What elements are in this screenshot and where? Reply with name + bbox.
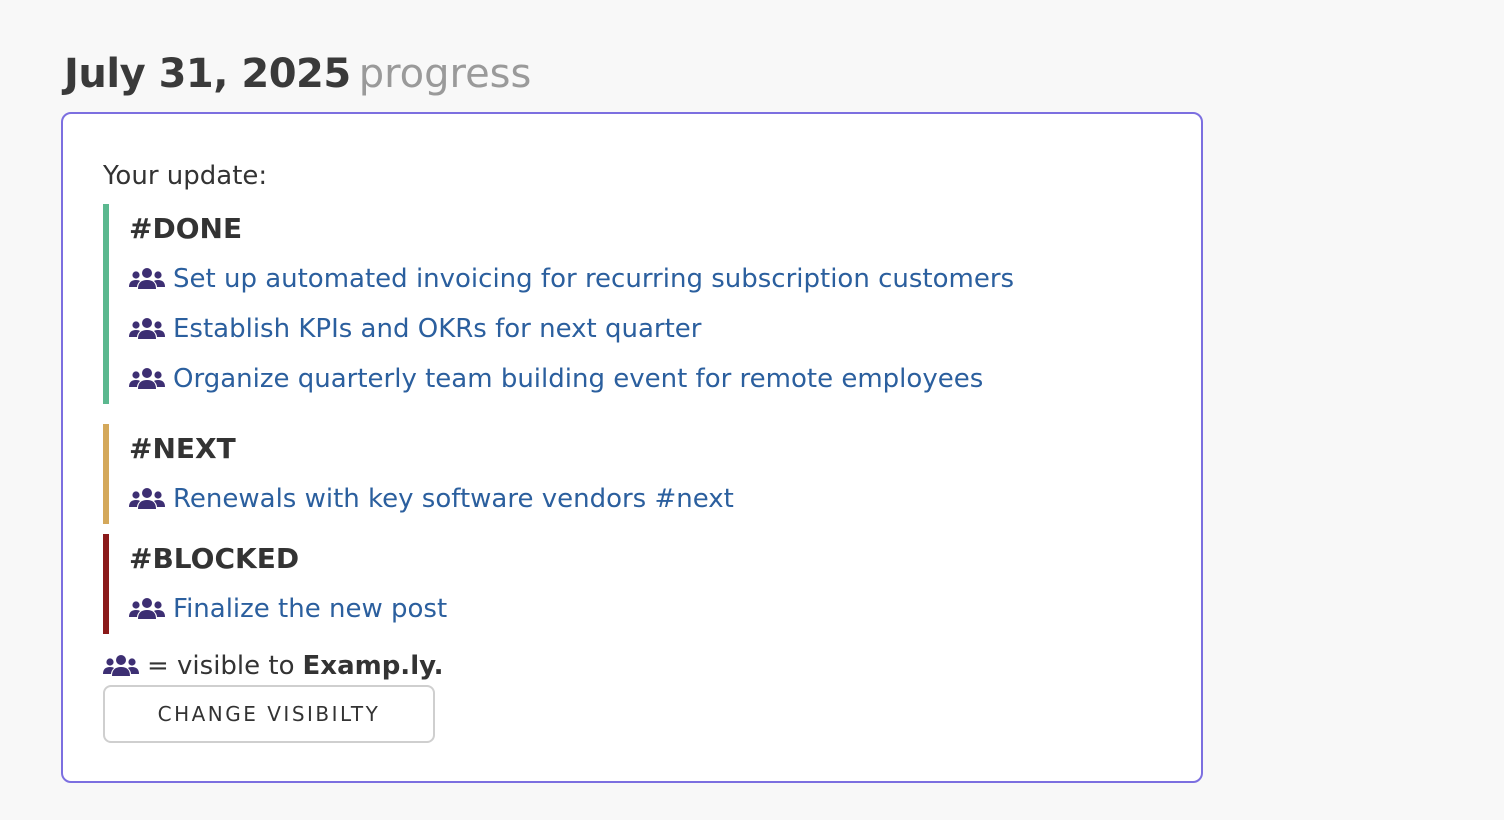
team-icon	[129, 368, 165, 389]
team-icon	[129, 318, 165, 339]
section-done: #DONE Set up automated invoicing for rec…	[103, 204, 1163, 404]
team-icon	[103, 655, 139, 676]
list-item[interactable]: Finalize the new post	[129, 584, 1163, 634]
section-title-next: #NEXT	[129, 432, 236, 465]
item-link[interactable]: Organize quarterly team building event f…	[173, 354, 983, 404]
team-icon	[129, 268, 165, 289]
update-card: Your update: #DONE Set up automated invo…	[61, 112, 1203, 783]
list-item[interactable]: Renewals with key software vendors #next	[129, 474, 1163, 524]
item-link[interactable]: Renewals with key software vendors #next	[173, 474, 734, 524]
legend-text: = visible to	[147, 651, 295, 681]
page-title: July 31, 2025 progress	[64, 44, 531, 104]
item-link[interactable]: Finalize the new post	[173, 584, 447, 634]
update-label: Your update:	[103, 161, 268, 191]
list-item[interactable]: Set up automated invoicing for recurring…	[129, 254, 1163, 304]
change-visibility-button[interactable]: CHANGE VISIBILTY	[103, 685, 435, 743]
visibility-legend: = visible to Examp.ly.	[103, 648, 444, 684]
page-title-suffix: progress	[358, 51, 532, 97]
section-next: #NEXT Renewals with key software vendors…	[103, 424, 1163, 524]
page-title-date: July 31, 2025	[64, 51, 351, 97]
team-icon	[129, 598, 165, 619]
item-link[interactable]: Set up automated invoicing for recurring…	[173, 254, 1014, 304]
section-title-done: #DONE	[129, 212, 243, 245]
team-icon	[129, 488, 165, 509]
item-link[interactable]: Establish KPIs and OKRs for next quarter	[173, 304, 701, 354]
legend-org: Examp.ly.	[302, 651, 444, 681]
section-title-blocked: #BLOCKED	[129, 542, 300, 575]
section-blocked: #BLOCKED Finalize the new post	[103, 534, 1163, 634]
list-item[interactable]: Establish KPIs and OKRs for next quarter	[129, 304, 1163, 354]
list-item[interactable]: Organize quarterly team building event f…	[129, 354, 1163, 404]
